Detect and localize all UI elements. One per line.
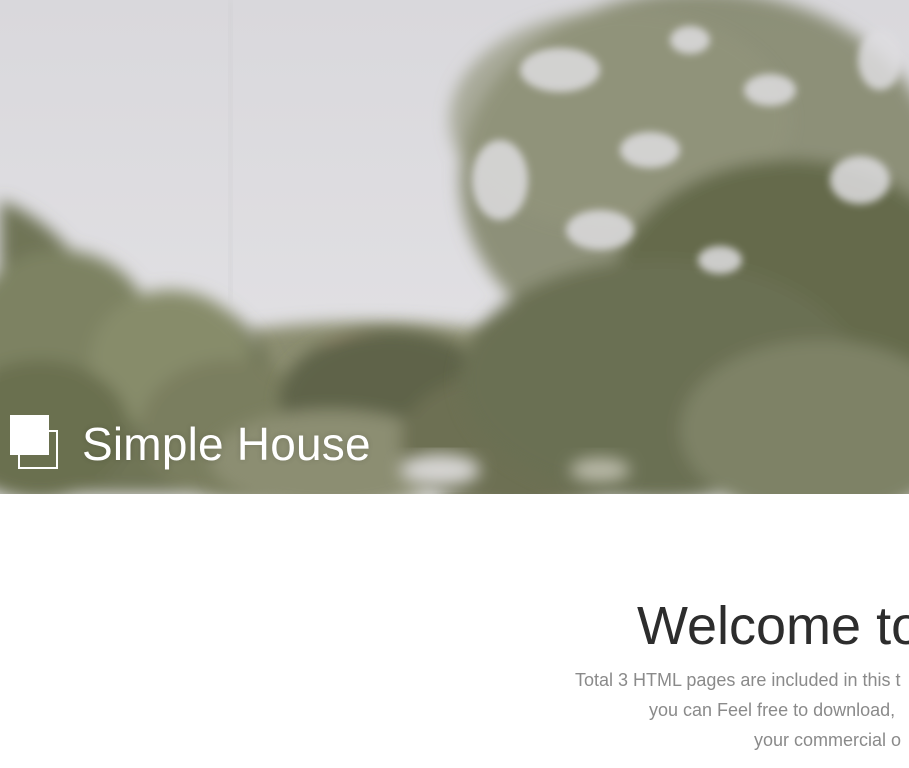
overlapping-squares-icon xyxy=(10,415,62,473)
intro-description: Total 3 HTML pages are included in this … xyxy=(0,668,909,768)
hero-banner: Simple House xyxy=(0,0,909,494)
site-title[interactable]: Simple House xyxy=(82,417,371,471)
description-line-1: Total 3 HTML pages are included in this … xyxy=(575,670,901,690)
description-line-3: your commercial o xyxy=(754,730,902,750)
description-line-2: you can Feel free to download, xyxy=(649,700,896,720)
welcome-heading: Welcome to xyxy=(637,596,909,656)
logo-square-filled xyxy=(10,415,49,455)
brand[interactable]: Simple House xyxy=(10,414,371,474)
